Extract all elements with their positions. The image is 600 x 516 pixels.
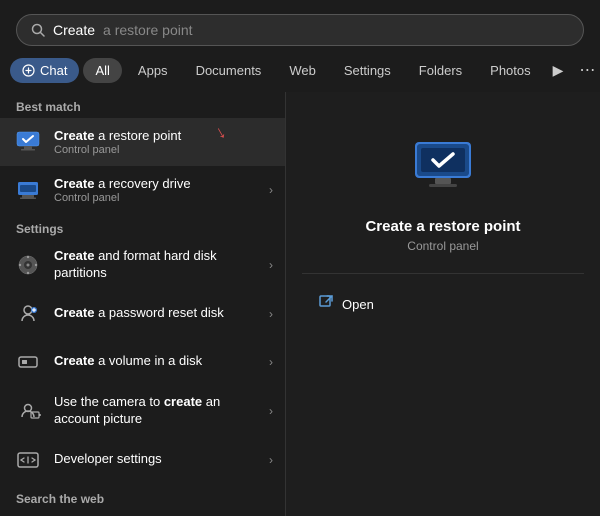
camera-account-item[interactable]: Use the camera to create an account pict…	[0, 386, 285, 436]
volume-disk-title: Create a volume in a disk	[54, 353, 269, 370]
search-icon	[31, 23, 45, 37]
developer-icon	[12, 444, 44, 476]
volume-disk-item[interactable]: Create a volume in a disk ›	[0, 338, 285, 386]
password-reset-title: Create a password reset disk	[54, 305, 269, 322]
tab-folders[interactable]: Folders	[407, 58, 474, 83]
search-bar-container: Create a restore point	[0, 0, 600, 56]
chevron-right-icon-6: ›	[269, 453, 273, 467]
best-match-item[interactable]: Create a restore point Control panel ↓	[0, 118, 285, 166]
camera-account-text: Use the camera to create an account pict…	[54, 394, 269, 428]
search-bar[interactable]: Create a restore point	[16, 14, 584, 46]
tab-all[interactable]: All	[83, 58, 121, 83]
format-disk-title: Create and format hard disk partitions	[54, 248, 269, 282]
filter-tabs: Chat All Apps Documents Web Settings Fol…	[0, 56, 600, 92]
detail-subtitle: Control panel	[407, 239, 478, 253]
best-match-text: Create a restore point Control panel	[54, 128, 273, 157]
recovery-drive-title: Create a recovery drive	[54, 176, 269, 193]
format-disk-icon	[12, 249, 44, 281]
open-button[interactable]: Open	[306, 288, 386, 321]
best-match-label: Best match	[0, 92, 285, 118]
format-disk-text: Create and format hard disk partitions	[54, 248, 269, 282]
format-disk-item[interactable]: Create and format hard disk partitions ›	[0, 240, 285, 290]
open-icon	[318, 294, 334, 315]
tab-settings[interactable]: Settings	[332, 58, 403, 83]
chevron-right-icon-2: ›	[269, 258, 273, 272]
tab-documents[interactable]: Documents	[184, 58, 274, 83]
camera-account-title: Use the camera to create an account pict…	[54, 394, 269, 428]
chevron-right-icon: ›	[269, 183, 273, 197]
tab-apps[interactable]: Apps	[126, 58, 180, 83]
best-match-subtitle: Control panel	[54, 144, 273, 156]
web-search-item[interactable]: Create - See web results ›	[0, 510, 285, 516]
recovery-drive-icon	[12, 174, 44, 206]
tab-photos[interactable]: Photos	[478, 58, 542, 83]
chevron-right-icon-5: ›	[269, 404, 273, 418]
restore-point-icon	[12, 126, 44, 158]
open-label: Open	[342, 297, 374, 312]
camera-icon	[12, 395, 44, 427]
detail-icon	[407, 132, 479, 204]
best-match-title: Create a restore point	[54, 128, 273, 145]
developer-settings-title: Developer settings	[54, 451, 269, 468]
password-reset-text: Create a password reset disk	[54, 305, 269, 322]
main-content: Best match Create a restore point	[0, 92, 600, 516]
play-button[interactable]: ▶	[547, 58, 570, 83]
recovery-drive-item[interactable]: Create a recovery drive Control panel ›	[0, 166, 285, 214]
chevron-right-icon-3: ›	[269, 307, 273, 321]
right-panel: Create a restore point Control panel Ope…	[285, 92, 600, 516]
detail-title: Create a restore point	[345, 218, 540, 235]
left-panel: Best match Create a restore point	[0, 92, 285, 516]
recovery-drive-subtitle: Control panel	[54, 192, 269, 204]
search-value: Create	[53, 22, 95, 38]
tab-web[interactable]: Web	[277, 58, 328, 83]
detail-divider	[302, 273, 585, 274]
tab-chat[interactable]: Chat	[10, 58, 79, 83]
developer-settings-text: Developer settings	[54, 451, 269, 468]
web-search-label: Search the web	[0, 484, 285, 510]
volume-disk-text: Create a volume in a disk	[54, 353, 269, 370]
developer-settings-item[interactable]: Developer settings ›	[0, 436, 285, 484]
password-reset-icon	[12, 298, 44, 330]
settings-section-label: Settings	[0, 214, 285, 240]
more-button[interactable]: ⋯	[573, 56, 600, 84]
search-panel: Create a restore point Chat All Apps Doc…	[0, 0, 600, 516]
chevron-right-icon-4: ›	[269, 355, 273, 369]
volume-disk-icon	[12, 346, 44, 378]
search-placeholder: a restore point	[103, 22, 193, 38]
password-reset-item[interactable]: Create a password reset disk ›	[0, 290, 285, 338]
recovery-drive-text: Create a recovery drive Control panel	[54, 176, 269, 205]
